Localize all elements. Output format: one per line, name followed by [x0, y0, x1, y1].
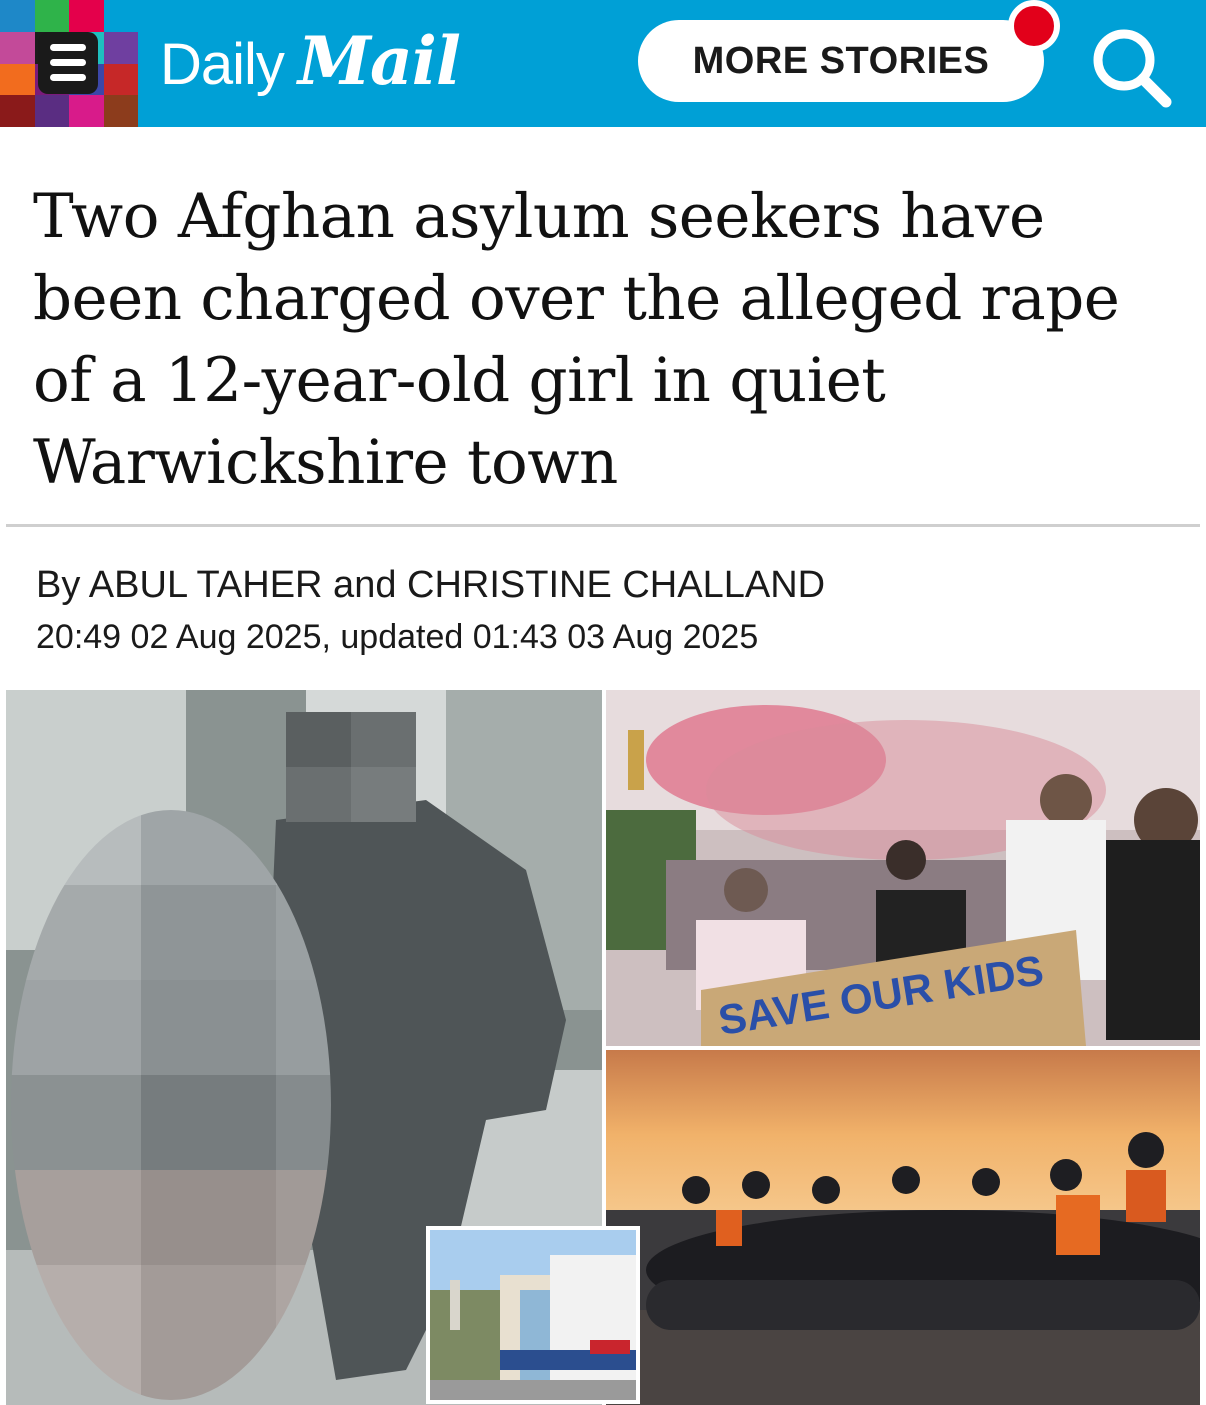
headline-divider [6, 524, 1200, 527]
town-street-image [426, 1226, 640, 1404]
hamburger-menu-icon[interactable] [38, 32, 98, 94]
article-byline: By ABUL TAHER and CHRISTINE CHALLAND [36, 564, 826, 606]
notification-dot [1008, 0, 1060, 52]
article-headline: Two Afghan asylum seekers have been char… [33, 181, 1120, 498]
logo-daily: Daily [160, 32, 285, 97]
site-logo[interactable]: Daily Mail [160, 22, 461, 102]
migrant-boat-image [606, 1050, 1200, 1405]
more-stories-button[interactable]: MORE STORIES [638, 20, 1044, 102]
site-header: Daily Mail MORE STORIES [0, 0, 1206, 127]
search-icon[interactable] [1086, 22, 1176, 112]
article-timestamp: 20:49 02 Aug 2025, updated 01:43 03 Aug … [36, 618, 759, 656]
logo-mail: Mail [297, 22, 461, 100]
protest-image: SAVE OUR KIDS [606, 690, 1200, 1046]
article-image-collage[interactable]: SAVE OUR KIDS [6, 690, 1200, 1405]
